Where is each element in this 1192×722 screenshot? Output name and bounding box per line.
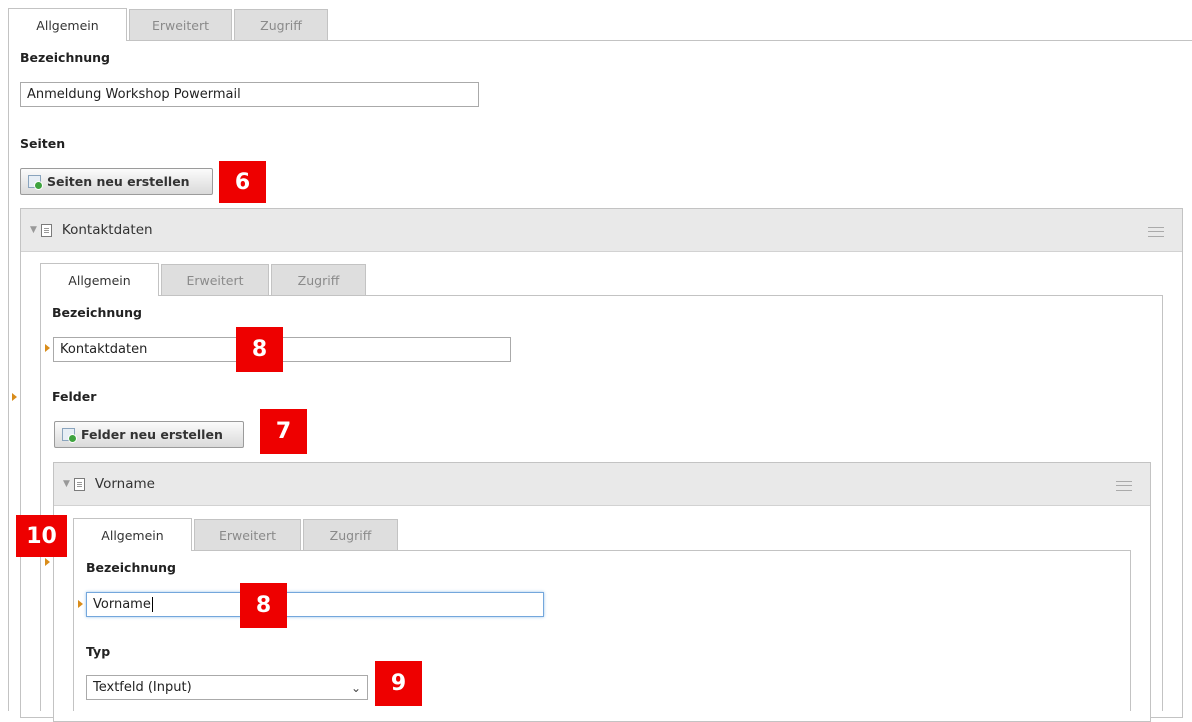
field-record-tabbar: Allgemein Erweitert Zugriff [73,518,400,551]
typ-value: Textfeld (Input) [93,680,192,695]
main-tabbar: Allgemein Erweitert Zugriff [8,8,330,41]
tab-allgemein[interactable]: Allgemein [40,263,159,296]
tab-allgemein[interactable]: Allgemein [73,518,192,551]
callout-7: 7 [260,409,307,454]
field-record-tab-divider [73,550,1131,551]
callout-10: 10 [16,515,67,557]
field-bezeichnung-marker [78,600,83,608]
field-record-header[interactable]: ▼ Vorname [54,463,1150,506]
callout-9: 9 [375,661,422,706]
tab-zugriff[interactable]: Zugriff [234,9,328,41]
bezeichnung-label: Bezeichnung [20,50,110,65]
felder-button-label: Felder neu erstellen [81,427,223,442]
page-bezeichnung-label: Bezeichnung [52,305,142,320]
field-record-content-left [73,550,74,711]
page-record-marker [12,393,17,401]
seiten-neu-erstellen-button[interactable]: Seiten neu erstellen [20,168,213,195]
tab-zugriff[interactable]: Zugriff [271,264,366,296]
typ-select[interactable]: Textfeld (Input) ⌄ [86,675,368,700]
tab-zugriff[interactable]: Zugriff [303,519,398,551]
new-record-icon [28,175,43,190]
page-bezeichnung-marker [45,344,50,352]
page-record-content-left [40,295,41,711]
field-record-icon [73,477,85,491]
felder-neu-erstellen-button[interactable]: Felder neu erstellen [54,421,244,448]
field-record-content-right [1130,550,1131,711]
field-bezeichnung-label: Bezeichnung [86,560,176,575]
felder-label: Felder [52,389,97,404]
tab-erweitert[interactable]: Erweitert [129,9,232,41]
callout-6: 6 [219,161,266,203]
page-bezeichnung-value: Kontaktdaten [60,342,148,357]
chevron-down-icon: ⌄ [350,680,361,695]
field-bezeichnung-input[interactable]: Vorname [86,592,544,617]
callout-8-field: 8 [240,583,287,628]
seiten-button-label: Seiten neu erstellen [47,174,190,189]
new-record-icon [62,428,77,443]
page-record-header[interactable]: ▼ Kontaktdaten [21,209,1182,252]
page-record-content-right [1162,295,1163,711]
bezeichnung-value: Anmeldung Workshop Powermail [27,87,241,102]
tab-divider [8,40,1192,41]
seiten-label: Seiten [20,136,66,151]
field-bezeichnung-value: Vorname [93,597,151,612]
drag-handle-icon[interactable] [1116,481,1132,491]
page-record-icon [40,223,52,237]
collapse-arrow-icon[interactable]: ▼ [30,225,37,235]
field-record-title: Vorname [94,476,155,492]
field-record-marker [45,558,50,566]
tab-allgemein[interactable]: Allgemein [8,8,127,41]
tab-erweitert[interactable]: Erweitert [161,264,269,296]
drag-handle-icon[interactable] [1148,227,1164,237]
content-border-left [8,40,9,711]
bezeichnung-input[interactable]: Anmeldung Workshop Powermail [20,82,479,107]
page-record-tabbar: Allgemein Erweitert Zugriff [40,263,368,296]
tab-erweitert[interactable]: Erweitert [194,519,301,551]
page-record-title: Kontaktdaten [61,222,153,238]
typ-label: Typ [86,644,111,659]
callout-8-page: 8 [236,327,283,372]
page-record-tab-divider [40,295,1163,296]
text-caret [151,597,153,612]
collapse-arrow-icon[interactable]: ▼ [63,479,70,489]
